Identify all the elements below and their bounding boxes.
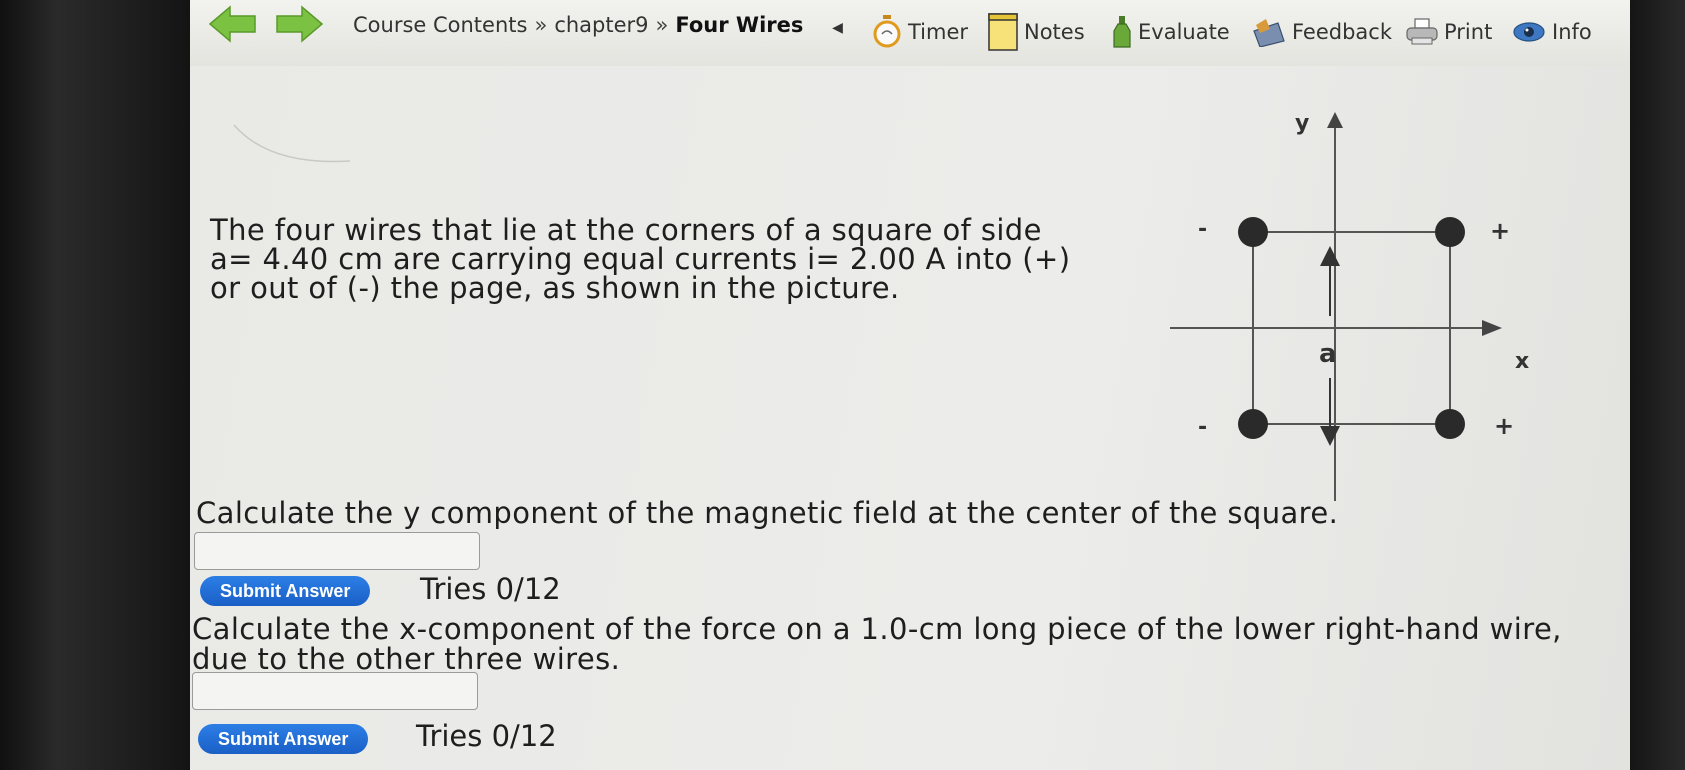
breadcrumb-separator: »: [534, 13, 548, 37]
bottom-right-sign: +: [1494, 412, 1514, 440]
x-axis-label: x: [1515, 349, 1529, 374]
wire-top-right: [1435, 217, 1465, 247]
question-2-tries: Tries 0/12: [416, 719, 557, 753]
print-button[interactable]: Print: [1406, 14, 1492, 50]
question-2-submit-button[interactable]: Submit Answer: [198, 724, 369, 754]
side-length-label: a: [1319, 339, 1337, 369]
top-left-sign: -: [1198, 217, 1207, 242]
evaluate-button[interactable]: Evaluate: [1112, 14, 1230, 50]
evaluate-label: Evaluate: [1138, 20, 1230, 44]
dimension-arrow-up: [1320, 246, 1340, 266]
smudge-mark: [233, 124, 351, 163]
problem-panel: The four wires that lie at the corners o…: [190, 66, 1630, 770]
timer-label: Timer: [908, 20, 969, 44]
question-2-prompt: Calculate the x-component of the force o…: [192, 612, 1562, 676]
question-1-submit-button[interactable]: Submit Answer: [200, 576, 371, 606]
screen-bezel-right: [1630, 0, 1685, 770]
problem-statement: The four wires that lie at the corners o…: [210, 213, 1071, 305]
timer-button[interactable]: Timer: [872, 14, 968, 50]
top-right-sign: +: [1490, 217, 1510, 245]
wire-bottom-left: [1238, 409, 1268, 439]
question-1-prompt: Calculate the y component of the magneti…: [196, 496, 1339, 530]
question-1-tries: Tries 0/12: [420, 572, 561, 606]
feedback-mail-icon: [1252, 17, 1286, 47]
breadcrumb: Course Contents» chapter9» Four Wires ◀: [353, 13, 843, 37]
notepad-icon: [988, 13, 1018, 51]
info-eye-icon: [1512, 20, 1546, 44]
breadcrumb-chapter[interactable]: chapter9: [554, 13, 648, 37]
feedback-button[interactable]: Feedback: [1252, 14, 1392, 50]
bottom-left-sign: -: [1198, 415, 1207, 440]
collapse-triangle-icon[interactable]: ◀: [832, 20, 843, 36]
breadcrumb-current: Four Wires: [675, 13, 804, 37]
dimension-arrow-down: [1320, 426, 1340, 446]
y-axis-arrowhead: [1327, 112, 1343, 128]
breadcrumb-separator: »: [655, 13, 669, 37]
back-arrow-icon[interactable]: [208, 4, 258, 48]
print-label: Print: [1444, 20, 1493, 44]
wire-bottom-right: [1435, 409, 1465, 439]
notes-button[interactable]: Notes: [988, 13, 1085, 51]
info-button[interactable]: Info: [1512, 14, 1592, 50]
printer-icon: [1406, 18, 1438, 46]
y-axis-label: y: [1295, 111, 1309, 136]
stopwatch-icon: [872, 15, 902, 49]
breadcrumb-course-contents[interactable]: Course Contents: [353, 13, 527, 37]
wire-top-left: [1238, 217, 1268, 247]
toolbar: Course Contents» chapter9» Four Wires ◀ Ti…: [190, 0, 1630, 67]
x-axis-arrowhead: [1482, 320, 1502, 336]
forward-arrow-icon[interactable]: [274, 4, 324, 48]
screen-bezel-left: [0, 0, 190, 770]
question-2-answer-input[interactable]: [192, 672, 478, 710]
info-label: Info: [1552, 20, 1592, 44]
bottle-icon: [1112, 15, 1132, 49]
notes-label: Notes: [1024, 20, 1085, 44]
question-1-answer-input[interactable]: [194, 532, 480, 570]
feedback-label: Feedback: [1292, 20, 1393, 44]
four-wires-diagram: y x - + - + a: [1170, 111, 1529, 501]
